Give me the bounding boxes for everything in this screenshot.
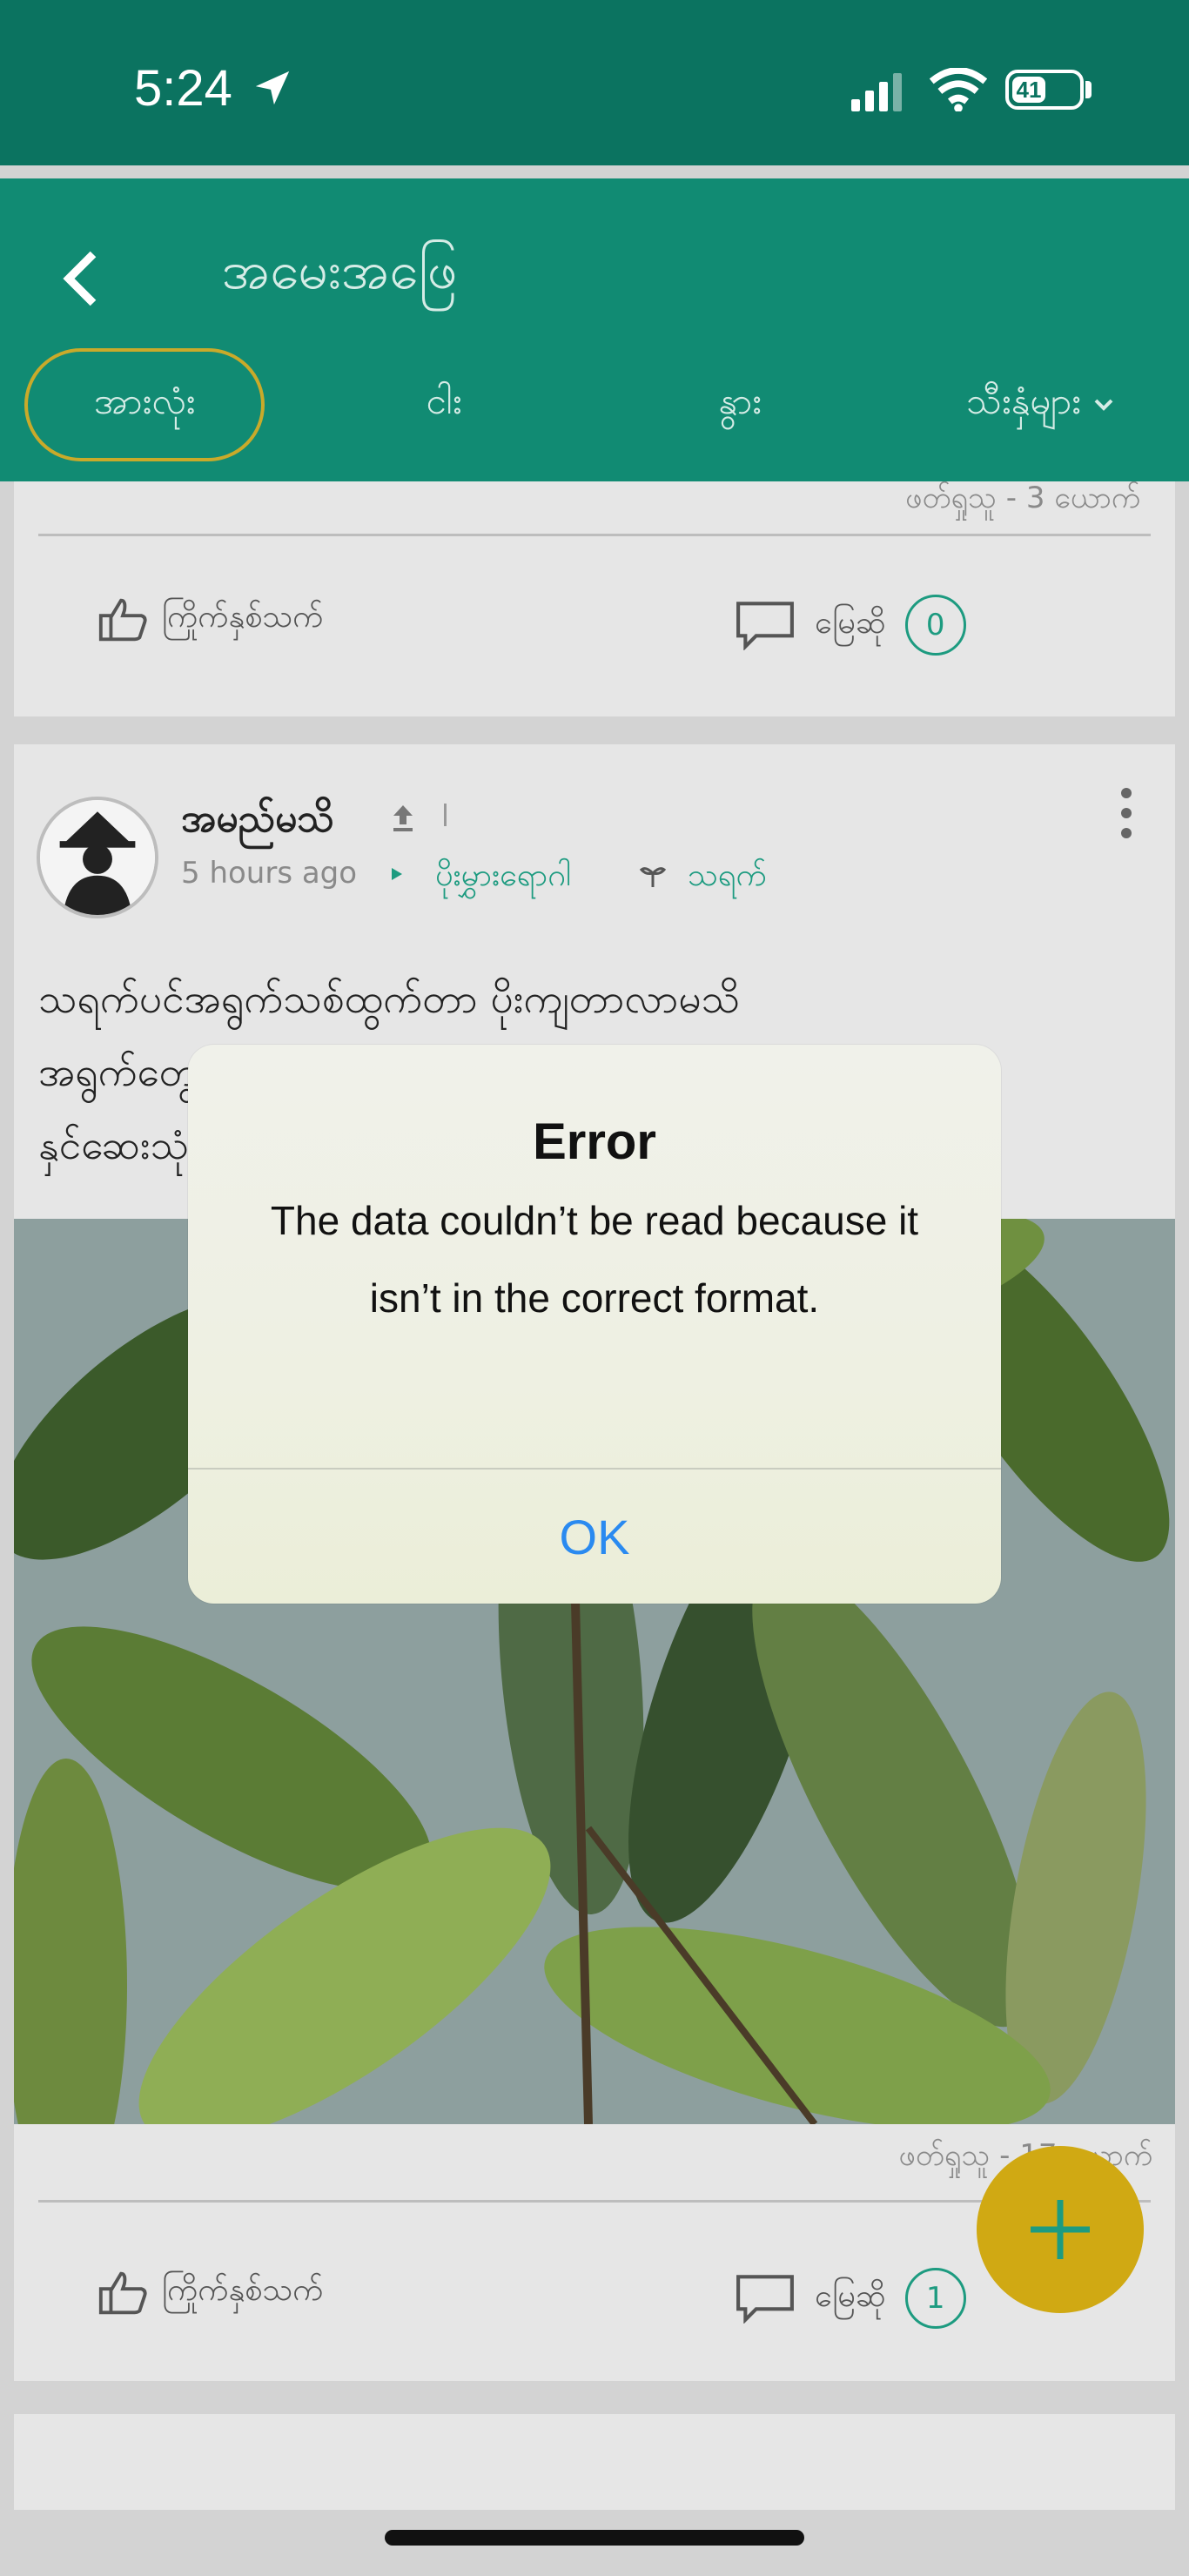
plus-icon [1031, 2200, 1090, 2259]
signal-icon [851, 73, 902, 111]
card-divider [38, 534, 1151, 536]
page-title: အမေးအဖြေ [222, 240, 458, 301]
status-bar: 5:24 41 [0, 0, 1189, 165]
category-tabs: အားလုံး ငါး နွား သီးနှံများ [0, 348, 1189, 470]
post-card-previous: ဖတ်ရှုသူ - 3 ယောက် ကြိုက်နှစ်သက် မြေဆို … [14, 481, 1175, 716]
tab-cattle[interactable]: နွား [662, 348, 818, 461]
triangle-icon [392, 868, 402, 880]
tab-label: သီးနှံများ [966, 380, 1081, 422]
more-vertical-icon[interactable] [1118, 786, 1135, 840]
tab-crops[interactable]: သီးနှံများ [923, 348, 1158, 461]
error-alert: Error The data couldn’t be read because … [188, 1045, 1001, 1604]
post-category[interactable]: ပိုးမွှားရောဂါ [435, 854, 571, 901]
location-arrow-icon [255, 71, 290, 105]
comment-label: မြေဆို [815, 2278, 886, 2314]
tab-label: နွား [718, 380, 762, 422]
comment-label: မြေဆို [815, 605, 886, 641]
comment-count-badge: 0 [904, 595, 966, 656]
comment-button[interactable]: မြေဆို 1 [735, 2268, 966, 2329]
status-time: 5:24 [134, 60, 232, 117]
separator [444, 804, 447, 826]
post-card-next [14, 2414, 1175, 2510]
app-header: အမေးအဖြေ အားလုံး ငါး နွား သီးနှံများ [0, 178, 1189, 481]
comment-icon [736, 602, 794, 650]
tab-label: ငါး [426, 380, 462, 422]
rank-badge-icon [393, 805, 413, 831]
like-button[interactable]: ကြိုက်နှစ်သက် [96, 2268, 323, 2317]
thumbs-up-icon [98, 598, 147, 642]
tab-fish[interactable]: ငါး [366, 348, 522, 461]
wifi-icon [930, 68, 987, 111]
like-label: ကြိုက်နှစ်သက် [162, 2272, 324, 2308]
like-button[interactable]: ကြိုက်နှစ်သက် [96, 595, 323, 643]
battery-level: 41 [1012, 77, 1045, 103]
avatar[interactable] [37, 797, 158, 918]
chevron-down-icon [1094, 399, 1113, 411]
thumbs-up-icon [98, 2271, 147, 2315]
ok-button[interactable]: OK [188, 1470, 1001, 1604]
author-name[interactable]: အမည်မသိ [181, 795, 334, 851]
battery-nub [1085, 81, 1092, 98]
tab-all[interactable]: အားလုံး [24, 348, 265, 461]
post-crop[interactable]: သရက် [688, 854, 767, 901]
battery-icon: 41 [1005, 70, 1084, 110]
comment-button[interactable]: မြေဆို 0 [735, 595, 966, 656]
home-indicator[interactable] [385, 2530, 804, 2546]
tab-label: အားလုံး [93, 380, 196, 422]
post-time: 5 hours ago [181, 856, 358, 891]
add-post-button[interactable] [977, 2146, 1144, 2313]
alert-message: The data couldn’t be read because it isn… [270, 1198, 919, 1321]
comment-icon [736, 2275, 794, 2324]
comment-count-badge: 1 [904, 2268, 966, 2329]
plant-icon [639, 867, 667, 887]
alert-title: Error [533, 1113, 656, 1170]
like-label: ကြိုက်နှစ်သက် [162, 599, 324, 635]
back-chevron-icon[interactable] [59, 248, 103, 309]
user-avatar-icon [40, 800, 155, 915]
view-count: ဖတ်ရှုသူ - 3 ယောက် [905, 481, 1140, 515]
